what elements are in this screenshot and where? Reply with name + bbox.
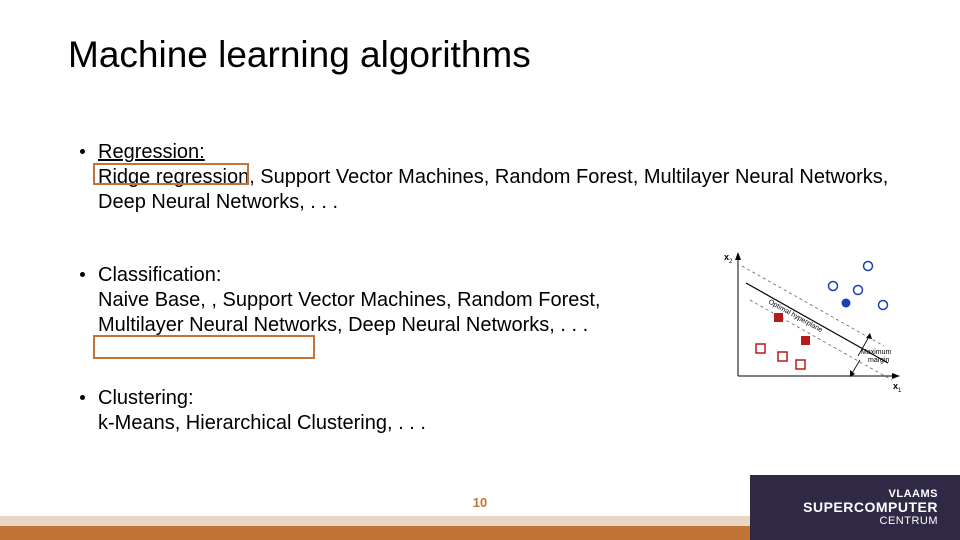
slide: Machine learning algorithms Regression: … bbox=[0, 0, 960, 540]
bullet-dot-icon bbox=[80, 272, 85, 277]
margin-label-2: margin bbox=[868, 357, 890, 364]
footer-brand: VLAAMS SUPERCOMPUTER CENTRUM bbox=[750, 475, 960, 540]
axis-x-sub: 1 bbox=[898, 388, 902, 393]
highlight-box-dnn bbox=[93, 335, 315, 359]
scatter-svg: x 2 x 1 Optimal hyperplane Maximum margi… bbox=[718, 248, 903, 393]
bullet-text: Naive Base, , Support Vector Machines, R… bbox=[98, 289, 600, 336]
bullet-text: k-Means, Hierarchical Clustering, . . . bbox=[98, 412, 426, 434]
footer-accent-dark bbox=[0, 526, 750, 540]
bullet-dot-icon bbox=[80, 395, 85, 400]
bullet-classification: Classification: Naive Base, , Support Ve… bbox=[80, 263, 618, 338]
margin-label-1: Maximum bbox=[861, 349, 892, 356]
classification-figure: x 2 x 1 Optimal hyperplane Maximum margi… bbox=[718, 248, 903, 393]
bullet-head: Regression: bbox=[98, 141, 205, 163]
brand-line-2: SUPERCOMPUTER bbox=[803, 500, 938, 515]
brand-line-3: CENTRUM bbox=[880, 515, 939, 527]
slide-number: 10 bbox=[473, 495, 487, 510]
bullet-head: Clustering: bbox=[98, 387, 194, 409]
axis-y-sub: 2 bbox=[729, 259, 733, 265]
bullet-dot-icon bbox=[80, 149, 85, 154]
footer-accent-light bbox=[0, 516, 750, 526]
bullet-clustering: Clustering: k-Means, Hierarchical Cluste… bbox=[80, 386, 900, 436]
bullet-head: Classification: bbox=[98, 264, 221, 286]
slide-title: Machine learning algorithms bbox=[68, 34, 531, 76]
highlight-box-ridge bbox=[93, 163, 249, 185]
